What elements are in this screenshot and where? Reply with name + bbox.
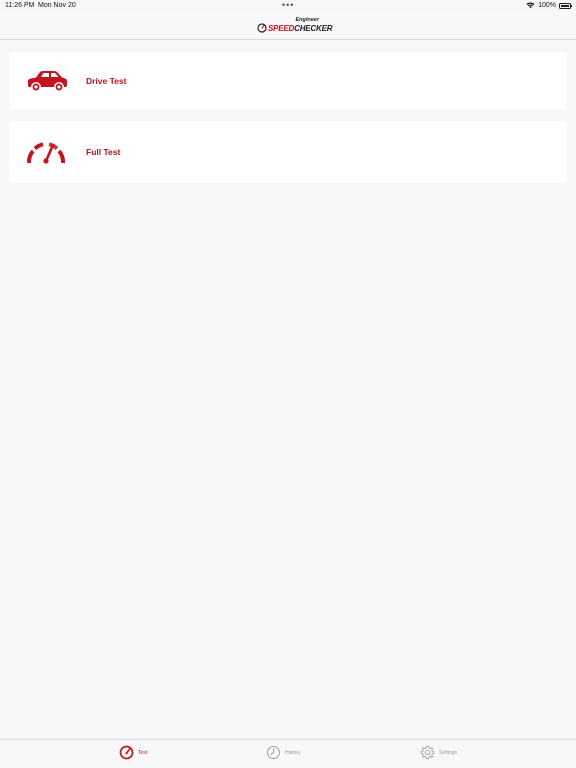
status-right: 100% [526, 2, 572, 9]
wifi-icon [526, 2, 535, 9]
clock-icon [267, 746, 280, 759]
status-time: 11:26 PM [5, 2, 35, 9]
drive-test-label: Drive Test [86, 76, 127, 86]
speedometer-icon [119, 745, 134, 760]
logo-gauge-icon [257, 23, 267, 33]
tab-history-label: History [285, 749, 301, 756]
full-test-label: Full Test [86, 147, 121, 157]
status-bar: 11:26 PM Mon Nov 20 ••• 100% [0, 0, 576, 13]
car-icon [28, 71, 67, 92]
drive-test-card[interactable]: Drive Test [9, 52, 567, 110]
navigation-header: Engineer SPEEDCHECKER [0, 13, 576, 40]
speedchecker-logo: Engineer SPEEDCHECKER [257, 16, 332, 36]
multitasking-dots[interactable]: ••• [282, 0, 294, 10]
tab-test[interactable]: Test [119, 745, 147, 760]
logo-wordmark: SPEEDCHECKER [268, 24, 332, 33]
gear-icon [420, 745, 435, 760]
tab-test-label: Test [138, 749, 148, 756]
status-date: Mon Nov 20 [38, 2, 76, 9]
tab-settings[interactable]: Settings [420, 745, 457, 760]
speedometer-icon [27, 142, 65, 164]
tab-bar: Test History Settings [0, 739, 576, 768]
logo-checker: CHECKER [294, 24, 333, 33]
battery-percentage: 100% [538, 2, 556, 9]
logo-subtitle: Engineer [295, 17, 319, 23]
tab-settings-label: Settings [439, 749, 458, 756]
battery-icon [559, 2, 572, 9]
logo-speed: SPEED [268, 24, 295, 33]
full-test-card[interactable]: Full Test [9, 121, 567, 183]
tab-history[interactable]: History [266, 745, 301, 760]
